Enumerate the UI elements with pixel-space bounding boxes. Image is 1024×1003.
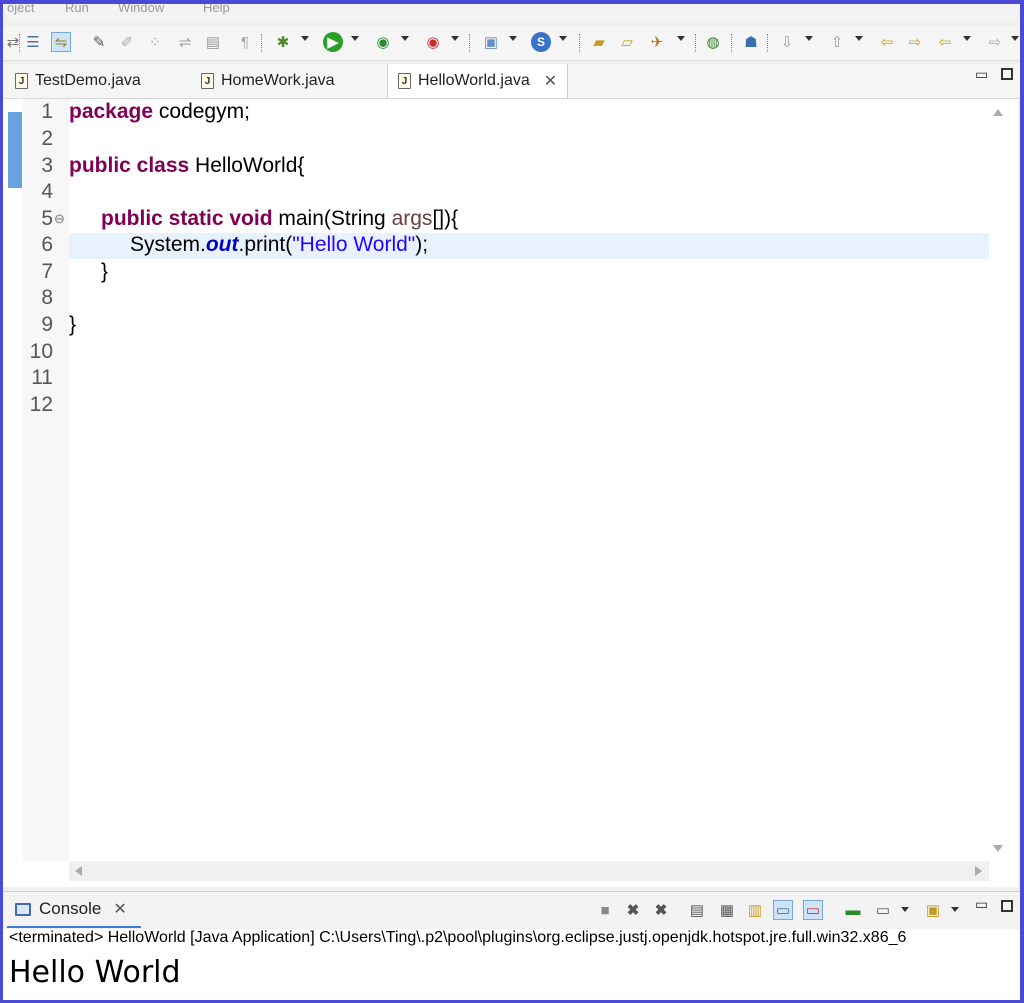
scroll-lock-icon[interactable]: ▦	[717, 900, 737, 920]
code-line-1: package codegym;	[69, 100, 250, 123]
line-number: 3	[41, 154, 53, 177]
minimize-icon[interactable]: ▭	[975, 896, 988, 913]
tab-testdemo[interactable]: J TestDemo.java	[15, 64, 141, 98]
change-marker	[8, 112, 22, 188]
fold-icon[interactable]: ⊖	[54, 211, 65, 227]
search-task-icon[interactable]: ✈	[647, 32, 667, 52]
close-icon[interactable]: ✕	[544, 71, 557, 91]
close-icon[interactable]: ✕	[113, 899, 126, 919]
coverage-icon[interactable]: ◉	[373, 32, 393, 52]
code-line-7: }	[101, 260, 109, 283]
menu-project[interactable]: oject	[7, 4, 34, 15]
line-number: 9	[41, 313, 53, 336]
dots-icon[interactable]: ⁘	[145, 32, 165, 52]
scroll-left-icon[interactable]	[75, 866, 82, 876]
code-editor[interactable]: 1 2 3 4 5 ⊖ 6 7 8 9 10 11 12 package cod…	[3, 99, 1018, 887]
line-number: 1	[41, 100, 53, 123]
console-tab-label: Console	[39, 899, 102, 918]
remove-launch-icon[interactable]: ✖	[623, 900, 643, 920]
code-line-5: public static void main(String args[]){	[101, 207, 459, 230]
line-number: 12	[29, 393, 53, 416]
scroll-right-icon[interactable]	[975, 866, 982, 876]
tab-homework[interactable]: J HomeWork.java	[201, 64, 335, 98]
line-number: 10	[29, 340, 53, 363]
open-folder-icon[interactable]: ▱	[617, 32, 637, 52]
word-wrap-icon[interactable]: ▥	[745, 900, 765, 920]
scroll-down-icon[interactable]	[993, 845, 1003, 852]
forward-icon[interactable]: ⇨	[985, 32, 1005, 52]
console-output[interactable]: Hello World	[3, 951, 1020, 1000]
menu-bar: oject Run Window Help	[3, 4, 1020, 22]
tab-label: HelloWorld.java	[418, 72, 530, 89]
next-edit-icon[interactable]: ⇨	[905, 32, 925, 52]
console-icon	[15, 902, 31, 916]
code-line-3: public class HelloWorld{	[69, 154, 305, 177]
menu-run[interactable]: Run	[65, 4, 89, 15]
tab-console[interactable]: Console ✕	[7, 892, 141, 928]
globe-icon[interactable]: ◍	[703, 32, 723, 52]
next-annotation-icon[interactable]: ⇩	[777, 32, 797, 52]
line-number: 11	[31, 366, 53, 389]
menu-help[interactable]: Help	[203, 4, 230, 15]
line-number: 2	[41, 127, 53, 150]
scroll-up-icon[interactable]	[993, 109, 1003, 116]
open-console-icon[interactable]: ▣	[923, 900, 943, 920]
code-line-6: System.out.print("Hello World");	[130, 233, 429, 256]
main-toolbar: ⇄ ☰ ⇋ ✎ ✐ ⁘ ⇌ ▤ ¶ ✱ ▶ ◉ ◉ ▣ S ▰ ▱ ✈ ◍ ☗ …	[3, 26, 1020, 61]
prev-annotation-icon[interactable]: ⇧	[827, 32, 847, 52]
editor-tab-bar: J TestDemo.java J HomeWork.java J HelloW…	[3, 64, 1020, 99]
line-number: 8	[41, 286, 53, 309]
toggle-mark-occurrences-icon[interactable]: ☰	[23, 32, 43, 52]
java-file-icon: J	[398, 73, 411, 89]
display-console-icon[interactable]: ▭	[873, 900, 893, 920]
show-stderr-icon[interactable]: ▭	[803, 900, 823, 920]
pin-console-icon[interactable]: ▬	[843, 900, 863, 920]
menu-window[interactable]: Window	[118, 4, 164, 15]
new-class-icon[interactable]: S	[531, 32, 551, 52]
debug-user-icon[interactable]: ☗	[741, 32, 761, 52]
line-number: 7	[41, 260, 53, 283]
maximize-icon[interactable]	[1001, 68, 1013, 80]
maximize-icon[interactable]	[1001, 900, 1013, 912]
pen-icon[interactable]: ✐	[117, 32, 137, 52]
console-output-text: Hello World	[9, 955, 181, 990]
run-icon[interactable]: ▶	[323, 32, 343, 52]
clear-console-icon[interactable]: ▤	[687, 900, 707, 920]
line-number: 6	[41, 233, 53, 256]
java-file-icon: J	[15, 73, 28, 89]
last-edit-icon[interactable]: ⇦	[877, 32, 897, 52]
show-stdout-icon[interactable]: ▭	[773, 900, 793, 920]
doc-icon[interactable]: ▤	[203, 32, 223, 52]
new-project-icon[interactable]: ▣	[481, 32, 501, 52]
remove-all-icon[interactable]: ✖	[651, 900, 671, 920]
debug-icon[interactable]: ✱	[273, 32, 293, 52]
tab-label: HomeWork.java	[221, 72, 335, 89]
show-whitespace-icon[interactable]: ✎	[89, 32, 109, 52]
pilcrow-icon[interactable]: ¶	[235, 32, 255, 52]
external-tools-icon[interactable]: ◉	[423, 32, 443, 52]
line-number: 5	[41, 207, 53, 230]
horizontal-scrollbar[interactable]	[69, 861, 989, 881]
back-icon[interactable]: ⇦	[935, 32, 955, 52]
java-file-icon: J	[201, 73, 214, 89]
tab-helloworld[interactable]: J HelloWorld.java ✕	[387, 64, 569, 98]
terminate-icon[interactable]: ■	[595, 900, 615, 920]
console-toolbar: Console ✕ ■ ✖ ✖ ▤ ▦ ▥ ▭ ▭ ▬ ▭ ▣ ▭	[3, 891, 1020, 928]
minimize-icon[interactable]: ▭	[975, 66, 988, 83]
sync-icon[interactable]: ⇌	[175, 32, 195, 52]
tab-label: TestDemo.java	[35, 72, 141, 89]
console-status: <terminated> HelloWorld [Java Applicatio…	[3, 929, 1020, 951]
toggle-block-selection-icon[interactable]: ⇋	[51, 32, 71, 52]
vertical-scrollbar[interactable]	[989, 99, 1007, 861]
code-line-9: }	[69, 313, 77, 336]
line-number: 4	[41, 180, 53, 203]
open-type-icon[interactable]: ▰	[589, 32, 609, 52]
eclipse-window: oject Run Window Help ⇄ ☰ ⇋ ✎ ✐ ⁘ ⇌ ▤ ¶ …	[3, 0, 1020, 1000]
